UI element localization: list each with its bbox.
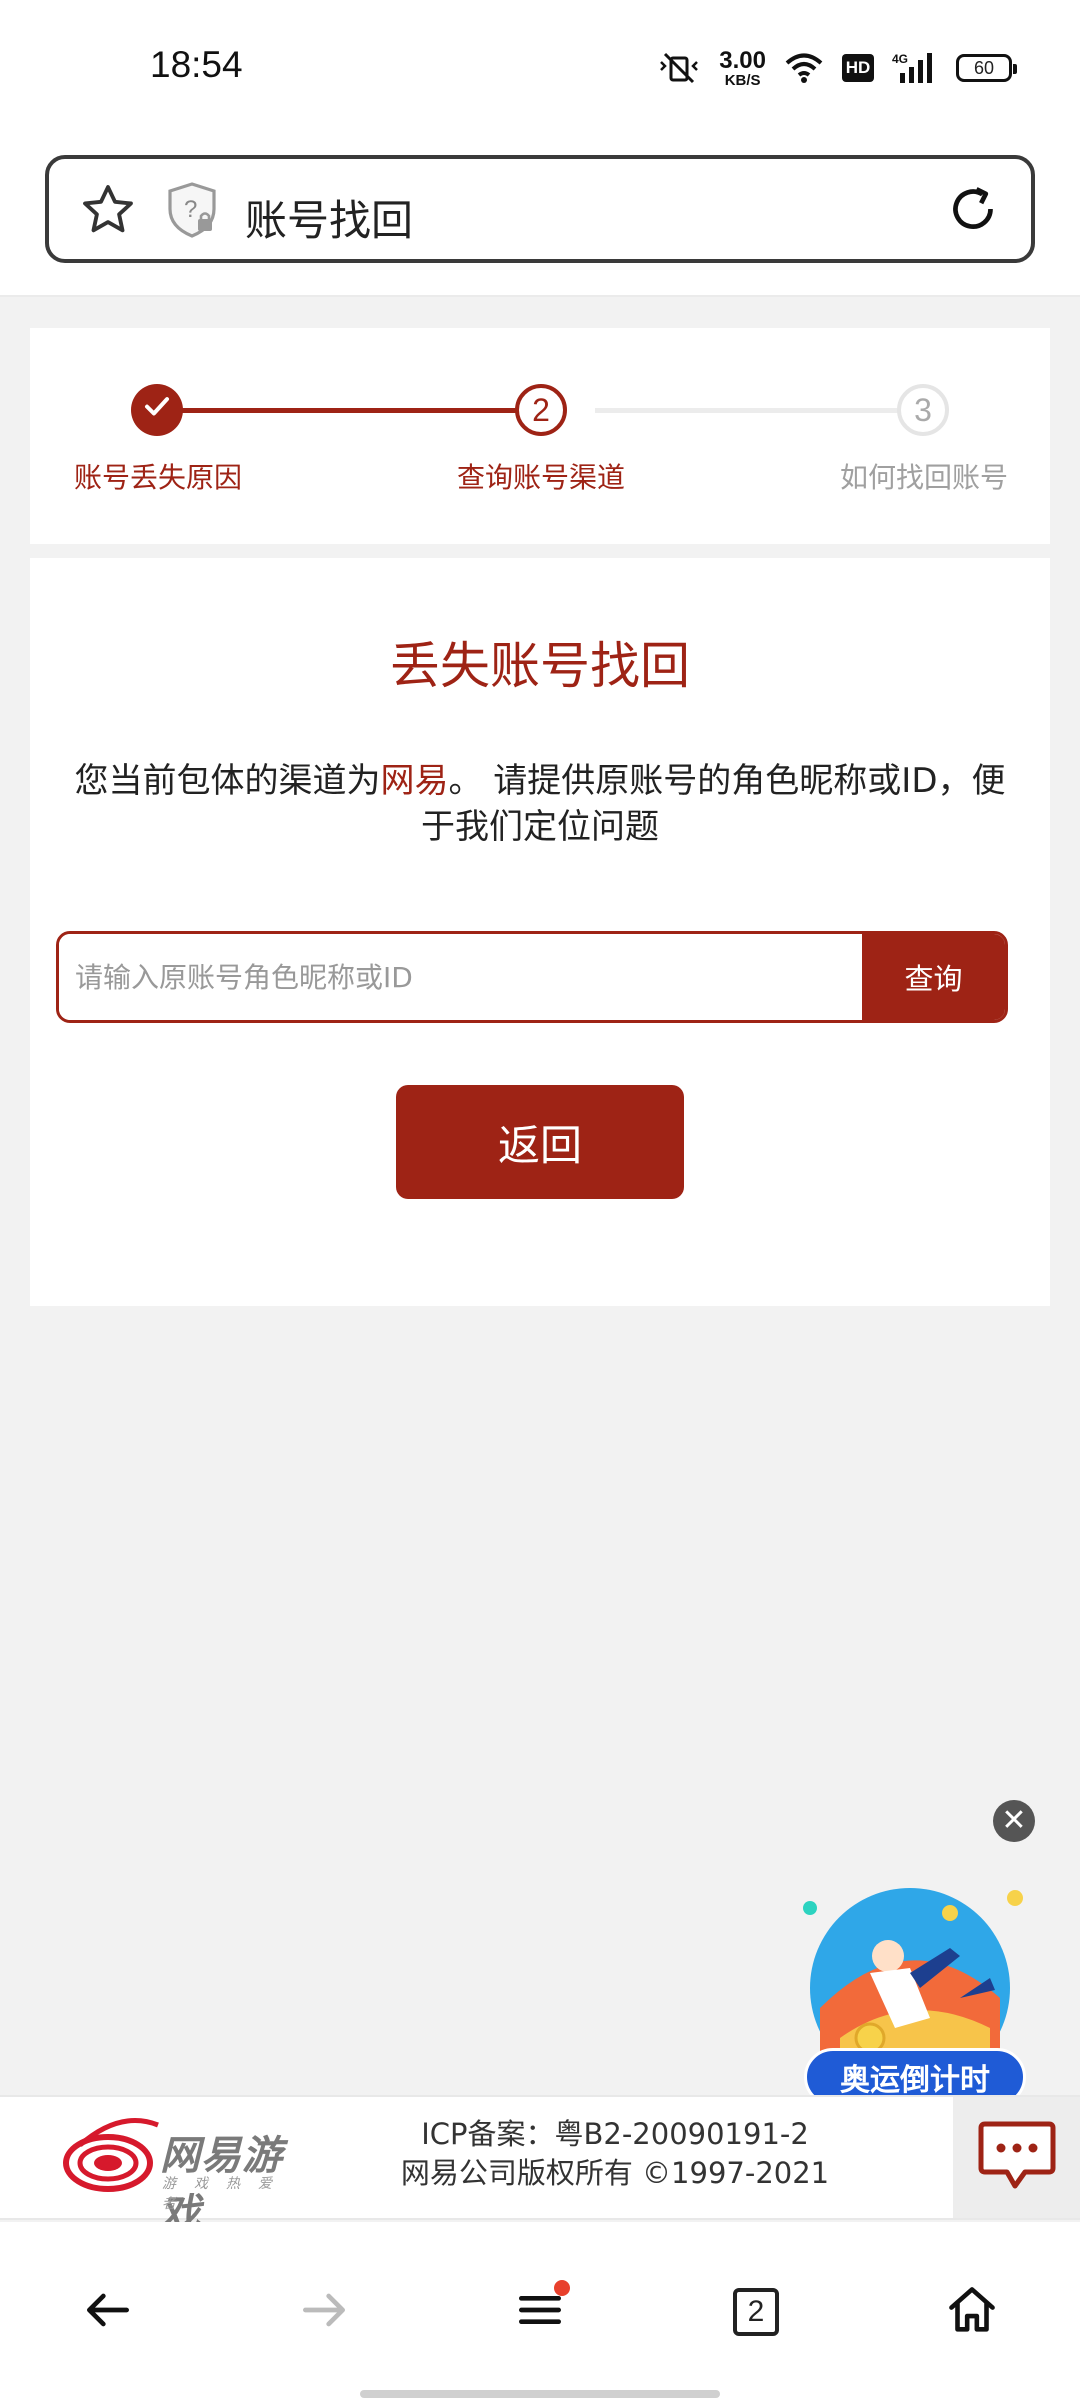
check-icon xyxy=(142,391,172,429)
reload-icon[interactable] xyxy=(945,181,1001,241)
svg-text:4G: 4G xyxy=(892,52,908,66)
svg-text:?: ? xyxy=(184,196,197,223)
icp-record: ICP备案：粤B2-20090191-2 xyxy=(421,2117,809,2151)
forward-icon xyxy=(296,2282,352,2342)
step-2-circle: 2 xyxy=(515,384,567,436)
home-indicator xyxy=(360,2390,720,2398)
back-icon xyxy=(80,2282,136,2342)
page: 18:54 3.00 KB/S HD 4G 60 ? 账号找回 2 3 账号丢失… xyxy=(0,0,1080,2400)
status-icons: 3.00 KB/S HD 4G 60 xyxy=(657,44,1017,92)
hd-badge: HD xyxy=(842,54,874,82)
wifi-icon xyxy=(784,52,824,84)
nav-back-button[interactable] xyxy=(68,2272,148,2352)
mute-vibrate-icon xyxy=(657,52,701,84)
nav-tabs-button[interactable]: 2 xyxy=(716,2272,796,2352)
account-recovery-card: 丢失账号找回 您当前包体的渠道为网易。 请提供原账号的角色昵称或ID，便于我们定… xyxy=(30,558,1050,1306)
description-prefix: 您当前包体的渠道为 xyxy=(74,761,381,801)
description-suffix: 。 请提供原账号的角色昵称或ID，便于我们定位问题 xyxy=(421,761,1006,847)
nav-forward-button[interactable] xyxy=(284,2272,364,2352)
footer-text: ICP备案：粤B2-20090191-2 网易公司版权所有 ©1997-2021 xyxy=(400,2115,830,2193)
signal-icon: 4G xyxy=(892,51,938,85)
logo-slogan: 游戏热爱者 xyxy=(162,2176,290,2212)
step-3-label: 如何找回账号 xyxy=(840,461,1009,494)
copyright: 网易公司版权所有 ©1997-2021 xyxy=(400,2156,830,2190)
promo-close-button[interactable]: ✕ xyxy=(993,1800,1035,1842)
step-1-label: 账号丢失原因 xyxy=(74,461,243,494)
notification-dot xyxy=(554,2280,570,2296)
net-speed-unit: KB/S xyxy=(724,71,761,89)
channel-name: 网易 xyxy=(380,761,449,801)
browser-bottom-nav: 2 xyxy=(0,2222,1080,2400)
status-bar: 18:54 3.00 KB/S HD 4G 60 xyxy=(0,0,1080,135)
status-time: 18:54 xyxy=(150,44,243,85)
page-title: 丢失账号找回 xyxy=(390,637,690,695)
steps-progress: 2 3 账号丢失原因 查询账号渠道 如何找回账号 xyxy=(30,328,1050,544)
step-2-label: 查询账号渠道 xyxy=(457,461,626,494)
net-speed: 3.00 KB/S xyxy=(719,46,766,89)
nav-menu-button[interactable] xyxy=(500,2272,580,2352)
home-icon xyxy=(943,2281,1001,2343)
search-box: 查询 xyxy=(56,931,1008,1023)
address-bar-container: ? 账号找回 xyxy=(0,135,1080,297)
step-connector-pending xyxy=(595,408,925,413)
step-3-circle: 3 xyxy=(897,384,949,436)
address-title: 账号找回 xyxy=(245,196,414,245)
tabs-icon: 2 xyxy=(733,2288,779,2336)
net-speed-value: 3.00 xyxy=(719,46,766,74)
address-bar[interactable]: ? 账号找回 xyxy=(45,155,1035,263)
nickname-id-input[interactable] xyxy=(59,934,862,1020)
battery-icon: 60 xyxy=(956,54,1017,82)
query-button[interactable]: 查询 xyxy=(862,934,1005,1020)
chat-icon xyxy=(977,2118,1057,2198)
footer: 网易游戏 游戏热爱者 ICP备案：粤B2-20090191-2 网易公司版权所有… xyxy=(0,2095,1080,2237)
netease-games-logo: 网易游戏 游戏热爱者 xyxy=(60,2115,310,2237)
shield-question-icon[interactable]: ? xyxy=(166,181,218,243)
back-button[interactable]: 返回 xyxy=(396,1085,684,1199)
chat-button[interactable] xyxy=(953,2097,1080,2218)
step-1-circle xyxy=(131,384,183,436)
nav-home-button[interactable] xyxy=(932,2272,1012,2352)
description: 您当前包体的渠道为网易。 请提供原账号的角色昵称或ID，便于我们定位问题 xyxy=(70,758,1010,850)
star-icon[interactable] xyxy=(79,181,137,243)
step-connector-done xyxy=(157,408,547,413)
